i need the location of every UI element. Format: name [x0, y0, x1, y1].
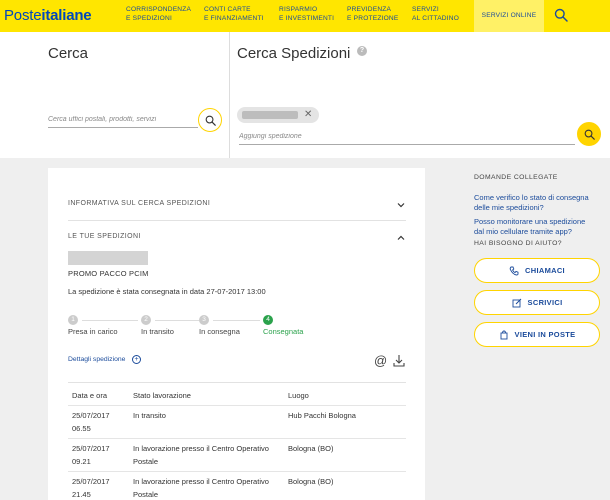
site-search-button[interactable]: [198, 108, 222, 132]
column-header-data: Data e ora: [72, 391, 108, 400]
faq-link-line1: Come verifico lo stato di consegna: [474, 193, 589, 202]
cell-date: 25/07/2017: [72, 477, 110, 486]
close-icon[interactable]: ✕: [304, 108, 312, 122]
search-icon: [584, 129, 595, 140]
search-divider: [229, 32, 230, 158]
download-icon[interactable]: [393, 354, 405, 367]
cell-stato-line2: Postale: [133, 490, 159, 499]
cell-date: 25/07/2017: [72, 411, 110, 420]
step-connector: [213, 320, 260, 321]
cell-time: 21.45: [72, 490, 91, 499]
nav-label-line2: E PROTEZIONE: [347, 15, 399, 22]
step-2-label: In transito: [141, 327, 174, 336]
chevron-up-icon: [397, 235, 405, 240]
tracking-code-chip: ✕: [237, 107, 319, 123]
cell-luogo: Hub Pacchi Bologna: [288, 411, 356, 420]
chiamaci-label: CHIAMACI: [525, 266, 565, 275]
faq-link-line2: delle mie spedizioni?: [474, 203, 544, 212]
step-connector: [155, 320, 199, 321]
cell-stato: In lavorazione presso il Centro Operativ…: [133, 444, 269, 453]
step-2-marker: 2: [141, 315, 151, 325]
scrivici-label: SCRIVICI: [527, 298, 563, 307]
divider: [68, 220, 406, 221]
vieni-in-poste-label: VIENI IN POSTE: [514, 330, 576, 339]
faq-link-line2: dal mio cellulare tramite app?: [474, 227, 572, 236]
search-icon[interactable]: [554, 8, 568, 22]
step-connector: [82, 320, 138, 321]
vieni-in-poste-button[interactable]: VIENI IN POSTE: [474, 322, 600, 347]
step-3-marker: 3: [199, 315, 209, 325]
logo-text-light: Poste: [4, 7, 42, 24]
nav-label-line1: PREVIDENZA: [347, 6, 392, 13]
accordion-informativa[interactable]: INFORMATIVA SUL CERCA SPEDIZIONI: [68, 200, 406, 208]
email-icon[interactable]: @: [374, 354, 387, 367]
scrivici-button[interactable]: SCRIVICI: [474, 290, 600, 315]
nav-label-line2: E SPEDIZIONI: [126, 15, 172, 22]
nav-servizi-cittadino[interactable]: SERVIZI AL CITTADINO: [412, 5, 459, 23]
step-4-label: Consegnata: [263, 327, 304, 336]
nav-label-line2: E FINANZIAMENTI: [204, 15, 264, 22]
table-row-border: [68, 438, 406, 439]
accordion-label: LE TUE SPEDIZIONI: [68, 233, 141, 240]
nav-corrispondenza[interactable]: CORRISPONDENZA E SPEDIZIONI: [126, 5, 191, 23]
nav-label-line1: RISPARMIO: [279, 6, 318, 13]
cerca-title: Cerca: [48, 45, 89, 62]
cell-stato: In transito: [133, 411, 166, 420]
nav-label-line1: CORRISPONDENZA: [126, 6, 192, 13]
step-1-label: Presa in carico: [68, 327, 118, 336]
domande-collegate-heading: DOMANDE COLLEGATE: [474, 174, 558, 181]
expand-plus-icon[interactable]: +: [132, 355, 141, 364]
cell-luogo: Bologna (BO): [288, 444, 334, 453]
nav-label-line1: SERVIZI: [412, 6, 439, 13]
poste-italiane-logo[interactable]: Posteitaliane: [4, 7, 92, 24]
faq-link-line1: Posso monitorare una spedizione: [474, 217, 586, 226]
aiuto-heading: HAI BISOGNO DI AIUTO?: [474, 240, 562, 247]
top-navigation-bar: Posteitaliane CORRISPONDENZA E SPEDIZION…: [0, 0, 610, 32]
faq-link-verifica-consegna[interactable]: Come verifico lo stato di consegna delle…: [474, 193, 600, 213]
add-shipment-input[interactable]: [239, 129, 575, 145]
cell-time: 06.55: [72, 424, 91, 433]
write-icon: [512, 298, 521, 307]
cell-date: 25/07/2017: [72, 444, 110, 453]
search-icon: [205, 115, 216, 126]
tracking-card: INFORMATIVA SUL CERCA SPEDIZIONI LE TUE …: [48, 168, 425, 500]
chiamaci-button[interactable]: CHIAMACI: [474, 258, 600, 283]
dettagli-spedizione-link[interactable]: Dettagli spedizione: [68, 356, 125, 363]
column-header-stato: Stato lavorazione: [133, 391, 191, 400]
location-icon: [500, 330, 507, 339]
cell-stato: In lavorazione presso il Centro Operativ…: [133, 477, 269, 486]
table-top-border: [68, 382, 406, 383]
logo-text-bold: italiane: [41, 7, 92, 24]
site-search-input[interactable]: [48, 112, 198, 128]
nav-label-line2: AL CITTADINO: [412, 15, 460, 22]
nav-label-line1: CONTI CARTE: [204, 6, 251, 13]
cerca-spedizioni-title: Cerca Spedizioni: [237, 45, 351, 62]
track-search-button[interactable]: [577, 122, 601, 146]
redacted-shipment-code: [68, 251, 148, 265]
cell-luogo: Bologna (BO): [288, 477, 334, 486]
step-1-marker: 1: [68, 315, 78, 325]
step-3-label: In consegna: [199, 327, 240, 336]
table-row-border: [68, 471, 406, 472]
faq-link-monitorare-app[interactable]: Posso monitorare una spedizione dal mio …: [474, 217, 600, 237]
column-header-luogo: Luogo: [288, 391, 309, 400]
accordion-label: INFORMATIVA SUL CERCA SPEDIZIONI: [68, 200, 211, 207]
cell-time: 09.21: [72, 457, 91, 466]
delivery-status-text: La spedizione è stata consegnata in data…: [68, 287, 266, 296]
product-name: PROMO PACCO PCIM: [68, 269, 149, 278]
accordion-tue-spedizioni[interactable]: LE TUE SPEDIZIONI: [68, 233, 406, 240]
help-icon[interactable]: ?: [357, 46, 367, 56]
phone-icon: [509, 266, 519, 275]
step-4-marker: 4: [263, 315, 273, 325]
nav-conti-carte[interactable]: CONTI CARTE E FINANZIAMENTI: [204, 5, 264, 23]
redacted-tracking-code: [242, 111, 298, 119]
nav-risparmio[interactable]: RISPARMIO E INVESTIMENTI: [279, 5, 334, 23]
chevron-down-icon: [397, 203, 405, 208]
nav-label-line2: E INVESTIMENTI: [279, 15, 335, 22]
cell-stato-line2: Postale: [133, 457, 159, 466]
table-header-border: [68, 405, 406, 406]
nav-previdenza[interactable]: PREVIDENZA E PROTEZIONE: [347, 5, 399, 23]
nav-servizi-online[interactable]: SERVIZI ONLINE: [474, 0, 544, 32]
